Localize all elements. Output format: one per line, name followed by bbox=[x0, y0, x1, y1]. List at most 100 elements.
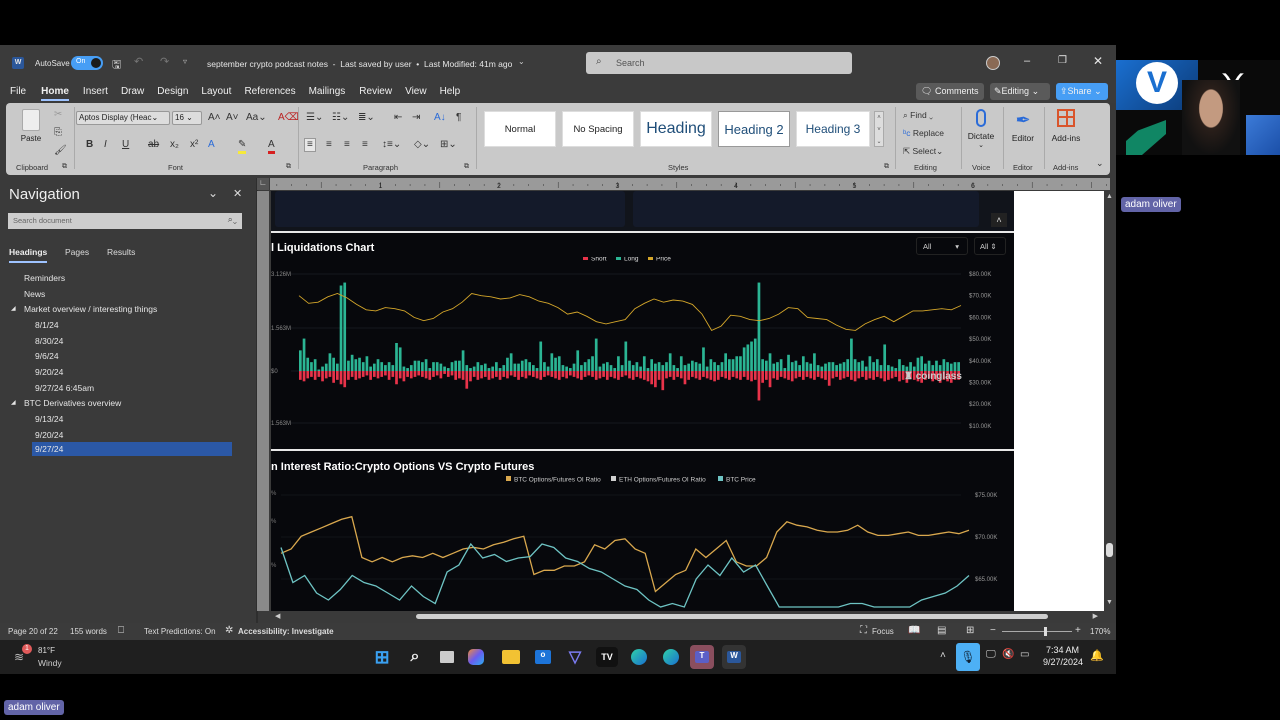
bullets-icon[interactable]: ☰⌄ bbox=[306, 112, 323, 124]
page-count[interactable]: Page 20 of 22 bbox=[8, 627, 58, 636]
find-button[interactable]: ⌕ Find ⌄ bbox=[903, 109, 933, 121]
zoom-slider[interactable] bbox=[1002, 627, 1072, 636]
underline-icon[interactable]: U bbox=[122, 139, 129, 151]
addins-button[interactable]: Add-ins bbox=[1048, 109, 1084, 143]
task-view-icon[interactable] bbox=[436, 647, 458, 667]
justify-icon[interactable]: ≡ bbox=[362, 139, 368, 151]
microphone-active-icon[interactable]: 🎙 bbox=[956, 643, 980, 671]
align-left-icon[interactable]: ≡ bbox=[304, 138, 316, 152]
select-button[interactable]: ⇱ Select⌄ bbox=[903, 145, 943, 157]
clock-time[interactable]: 7:34 AM bbox=[1046, 645, 1079, 655]
volume-muted-icon[interactable]: 🔇 bbox=[1002, 649, 1014, 660]
nav-subheading-item[interactable]: 9/27/24 6:45am bbox=[35, 383, 94, 393]
tab-draw[interactable]: Draw bbox=[121, 86, 144, 101]
show-hidden-icons[interactable]: ˄ bbox=[940, 650, 946, 661]
style-heading-1[interactable]: Heading bbox=[640, 111, 712, 147]
styles-scroll[interactable]: ˄ ˅ ⌄ bbox=[874, 111, 884, 147]
dialog-launcher-icon[interactable]: ⧉ bbox=[62, 161, 67, 173]
word-taskbar-icon[interactable]: W bbox=[722, 645, 746, 669]
tab-review[interactable]: Review bbox=[359, 86, 392, 101]
nav-subheading-item[interactable]: 8/1/24 bbox=[35, 320, 59, 330]
search-document-input[interactable]: Search document ⌕⌄ bbox=[8, 213, 242, 229]
restore-button[interactable]: ❐ bbox=[1058, 55, 1067, 66]
zoom-out-button[interactable]: − bbox=[990, 625, 996, 636]
close-button[interactable]: ✕ bbox=[1093, 54, 1103, 68]
word-count[interactable]: 155 words bbox=[70, 627, 107, 636]
document-page[interactable]: ˄ l Liquidations Chart All ▾ All ⇕ Short L… bbox=[271, 191, 1014, 611]
tab-selector[interactable]: ∟ bbox=[257, 178, 269, 190]
subscript-icon[interactable]: x₂ bbox=[170, 139, 179, 151]
style-heading-2[interactable]: Heading 2 bbox=[718, 111, 790, 147]
style-normal[interactable]: Normal bbox=[484, 111, 556, 147]
nav-subheading-item[interactable]: 9/20/24 bbox=[35, 430, 63, 440]
change-case-icon[interactable]: Aa⌄ bbox=[246, 112, 267, 124]
text-predictions-status[interactable]: Text Predictions: On bbox=[144, 627, 216, 636]
bold-icon[interactable]: B bbox=[86, 139, 93, 151]
tab-help[interactable]: Help bbox=[440, 86, 461, 101]
user-avatar[interactable] bbox=[986, 56, 1000, 70]
vertical-scrollbar[interactable]: ▲ ▼ bbox=[1104, 191, 1116, 611]
undo-icon[interactable]: ↶ bbox=[134, 55, 143, 68]
close-pane-icon[interactable]: ✕ bbox=[233, 187, 242, 200]
tab-home[interactable]: Home bbox=[41, 86, 69, 101]
vertical-ruler[interactable] bbox=[257, 191, 269, 611]
dialog-launcher-icon[interactable]: ⧉ bbox=[464, 161, 469, 173]
editing-mode-button[interactable]: ✎Editing ⌄ bbox=[990, 83, 1050, 100]
notification-bell-icon[interactable]: 🔔 bbox=[1090, 649, 1104, 662]
tab-file[interactable]: File bbox=[10, 86, 26, 101]
nav-heading-item[interactable]: BTC Derivatives overview bbox=[24, 398, 121, 408]
pilcrow-icon[interactable]: ¶ bbox=[456, 112, 461, 124]
dialog-launcher-icon[interactable]: ⧉ bbox=[286, 161, 291, 173]
minimize-button[interactable]: – bbox=[1024, 55, 1030, 67]
customize-qat-icon[interactable]: ▿ bbox=[183, 57, 187, 66]
clock-date[interactable]: 9/27/2024 bbox=[1043, 657, 1083, 667]
scroll-up-icon[interactable]: ▲ bbox=[1106, 193, 1113, 200]
comments-button[interactable]: 🗨 Comments bbox=[916, 83, 984, 100]
outlook-icon[interactable]: o bbox=[532, 647, 554, 667]
tab-pages[interactable]: Pages bbox=[65, 247, 89, 257]
highlight-icon[interactable]: ✎ bbox=[238, 139, 247, 154]
weather-widget[interactable]: ≋ 1 81°F Windy bbox=[12, 644, 92, 670]
font-size-select[interactable]: 16 ⌄ bbox=[172, 111, 202, 125]
decrease-indent-icon[interactable]: ⇤ bbox=[394, 112, 402, 124]
replace-button[interactable]: ᵇc Replace bbox=[903, 127, 944, 139]
tab-design[interactable]: Design bbox=[157, 86, 188, 101]
scroll-down-icon[interactable]: ▼ bbox=[1106, 599, 1113, 606]
zoom-in-button[interactable]: + bbox=[1075, 625, 1081, 636]
read-mode-icon[interactable]: 📖 bbox=[908, 625, 920, 636]
strikethrough-icon[interactable]: ab bbox=[148, 139, 159, 151]
tab-layout[interactable]: Layout bbox=[201, 86, 231, 101]
zoom-slider-thumb[interactable] bbox=[1044, 627, 1047, 636]
save-icon[interactable]: 🖫 bbox=[112, 56, 121, 75]
tab-insert[interactable]: Insert bbox=[83, 86, 108, 101]
shrink-font-icon[interactable]: A˅ bbox=[226, 112, 239, 124]
chevron-down-icon[interactable]: ⌄ bbox=[518, 57, 525, 66]
line-spacing-icon[interactable]: ↕≡⌄ bbox=[382, 139, 401, 151]
copilot-icon[interactable] bbox=[468, 649, 484, 665]
superscript-icon[interactable]: x² bbox=[190, 139, 198, 151]
teams-icon[interactable]: T bbox=[690, 645, 714, 669]
copy-icon[interactable]: ⎘ bbox=[54, 127, 62, 139]
redo-icon[interactable]: ↷ bbox=[160, 55, 169, 68]
multilevel-list-icon[interactable]: ≣⌄ bbox=[358, 112, 375, 124]
focus-button[interactable]: Focus bbox=[872, 627, 894, 636]
scroll-right-icon[interactable]: ▶ bbox=[1093, 612, 1098, 620]
nav-subheading-item[interactable]: 9/6/24 bbox=[35, 351, 59, 361]
collapse-triangle-icon[interactable]: ◢ bbox=[11, 399, 16, 406]
format-painter-icon[interactable]: 🖌 bbox=[54, 145, 67, 157]
collapse-triangle-icon[interactable]: ◢ bbox=[11, 305, 16, 312]
file-explorer-icon[interactable] bbox=[500, 647, 522, 667]
battery-icon[interactable]: ▭ bbox=[1020, 649, 1029, 660]
dialog-launcher-icon[interactable]: ⧉ bbox=[884, 161, 889, 173]
web-layout-icon[interactable]: ⊞ bbox=[966, 625, 974, 636]
cut-icon[interactable]: ✂ bbox=[54, 109, 62, 121]
pane-options-icon[interactable]: ⌄ bbox=[208, 186, 218, 200]
editor-button[interactable]: ✒ Editor bbox=[1006, 109, 1040, 143]
tab-headings[interactable]: Headings bbox=[9, 247, 48, 263]
sort-icon[interactable]: A↓ bbox=[434, 112, 446, 124]
zoom-level[interactable]: 170% bbox=[1090, 627, 1110, 636]
network-icon[interactable]: 🖵 bbox=[986, 649, 996, 660]
tab-references[interactable]: References bbox=[244, 86, 295, 101]
tradingview-icon[interactable]: TV bbox=[596, 647, 618, 667]
scroll-thumb[interactable] bbox=[1106, 543, 1113, 557]
